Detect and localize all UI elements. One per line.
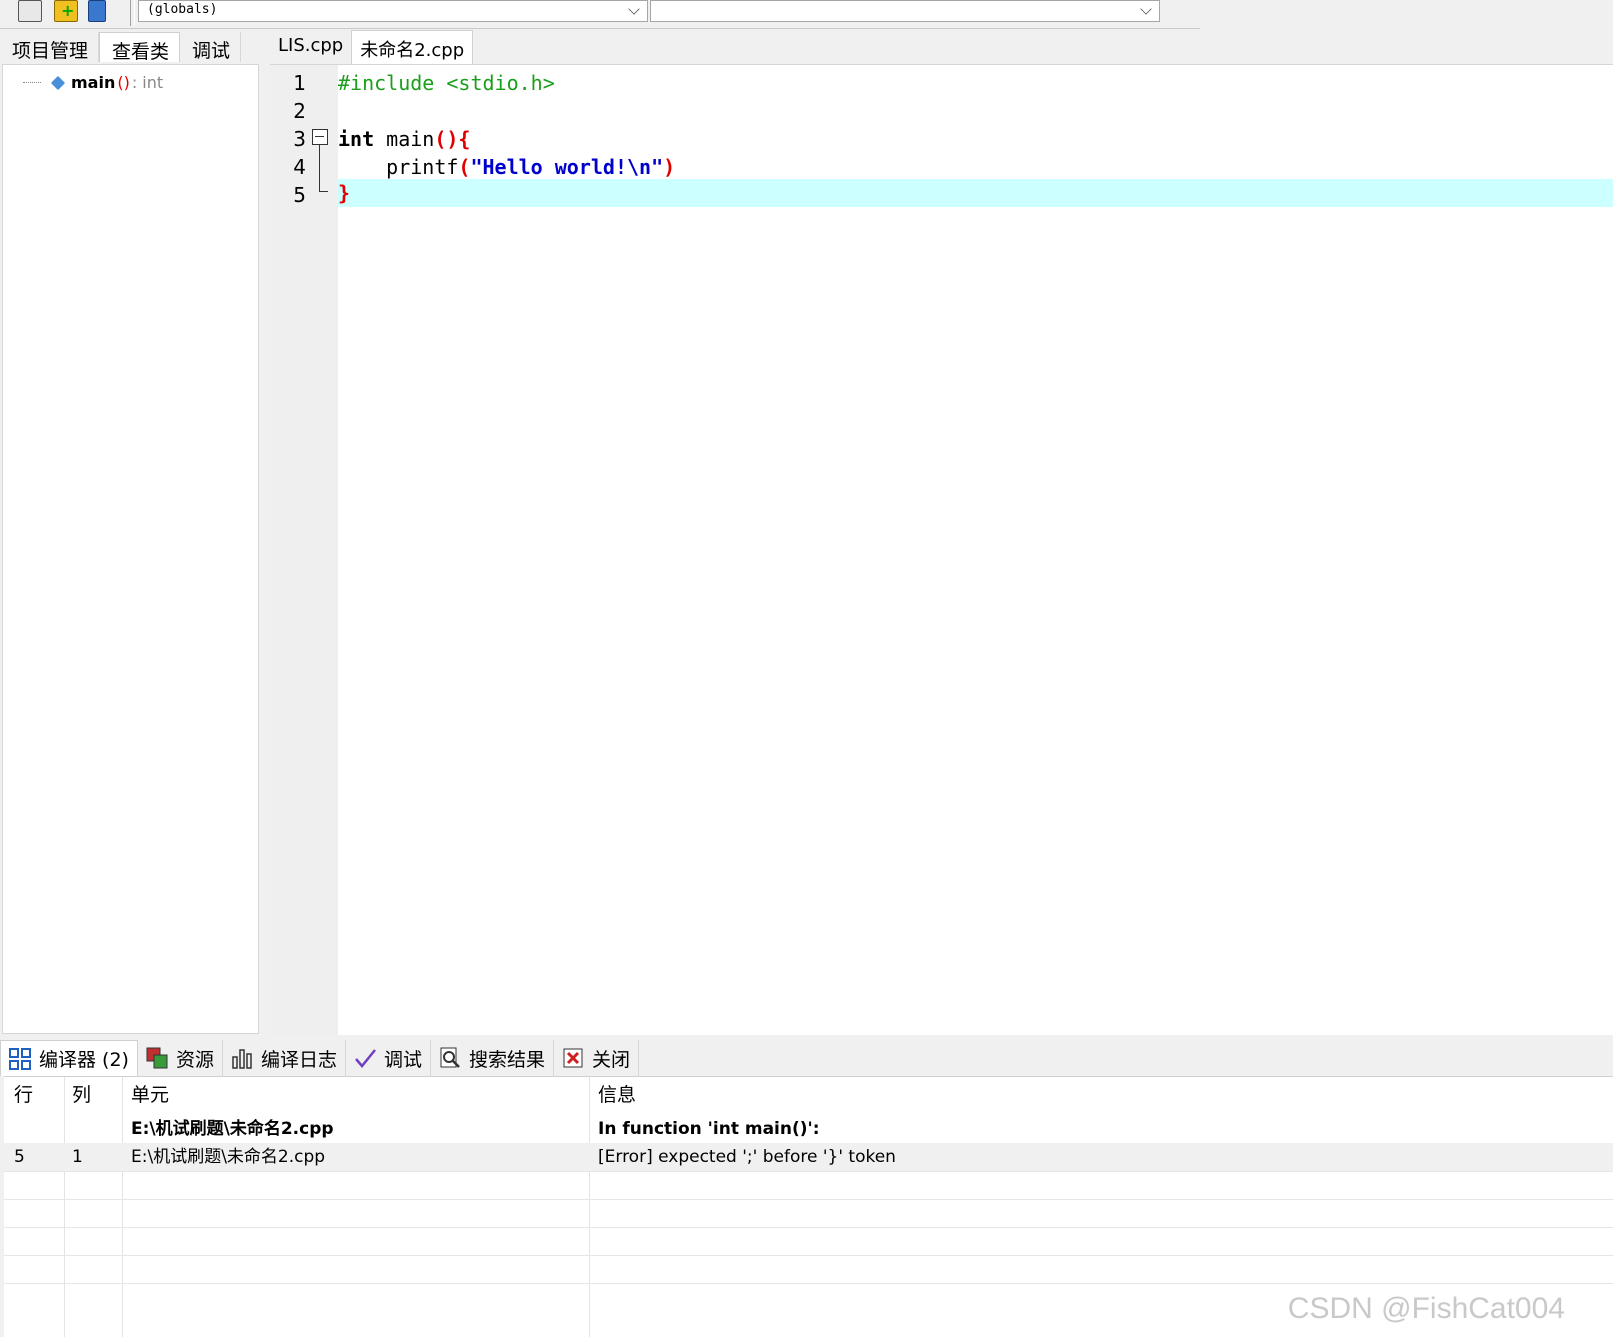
function-return-type: : int	[131, 73, 164, 92]
add-icon[interactable]: +	[54, 0, 78, 22]
header-line[interactable]: 行	[14, 1077, 33, 1113]
chart-icon	[231, 1047, 253, 1069]
line-number: 3	[293, 127, 306, 151]
code-line-current: }	[338, 179, 1613, 207]
tab-search-results[interactable]: 搜索结果	[431, 1040, 555, 1076]
cell-message: In function 'int main()':	[598, 1119, 820, 1139]
line-number: 2	[293, 99, 306, 123]
line-number: 1	[293, 71, 306, 95]
identifier-token: main	[374, 127, 435, 151]
string-literal: "Hello world!\n"	[470, 155, 664, 179]
header-unit[interactable]: 单元	[131, 1077, 169, 1113]
chevron-down-icon[interactable]	[628, 3, 640, 15]
watermark: CSDN @FishCat004	[1287, 1292, 1565, 1325]
tab-resources-label: 资源	[175, 1048, 214, 1071]
fold-toggle-icon[interactable]	[312, 129, 328, 145]
paren-token: )	[663, 155, 676, 179]
tab-search-results-label: 搜索结果	[469, 1048, 546, 1071]
tab-debug[interactable]: 调试	[180, 32, 242, 62]
toolbar-separator	[130, 0, 135, 26]
code-editor[interactable]: 1 2 3 4 5 #include <stdio.h> int main(){…	[270, 64, 1613, 1035]
function-name: main	[71, 73, 116, 92]
code-line: int main(){	[338, 125, 1613, 153]
tab-class-view[interactable]: 查看类	[99, 32, 181, 63]
tab-project-manager[interactable]: 项目管理	[0, 32, 100, 62]
cell-unit: E:\机试刷题\未命名2.cpp	[131, 1119, 334, 1139]
row-divider	[4, 1255, 1613, 1256]
brace-token: }	[338, 181, 351, 205]
tab-compile-log[interactable]: 编译日志	[223, 1040, 346, 1076]
tab-resources[interactable]: 资源	[138, 1040, 223, 1076]
check-icon	[354, 1047, 376, 1069]
tab-compiler-label: 编译器 (2)	[39, 1049, 129, 1071]
grid-icon	[9, 1047, 31, 1070]
code-area[interactable]: #include <stdio.h> int main(){ printf("H…	[338, 65, 1613, 1035]
search-icon	[439, 1047, 461, 1069]
tab-close[interactable]: 关闭	[554, 1040, 640, 1076]
copy-icon[interactable]	[18, 0, 42, 22]
class-browser: main () : int	[2, 64, 259, 1034]
tree-connector	[23, 82, 41, 83]
left-panel-tabs: 项目管理 查看类 调试	[0, 32, 265, 66]
tab-compiler[interactable]: 编译器 (2)	[0, 1040, 138, 1076]
tab-debug-output-label: 调试	[384, 1048, 423, 1071]
close-icon	[562, 1047, 584, 1069]
scope-combo-value: (globals)	[147, 2, 218, 17]
line-number: 5	[293, 183, 306, 207]
row-divider	[4, 1171, 1613, 1172]
header-column[interactable]: 列	[72, 1077, 91, 1113]
tab-compile-log-label: 编译日志	[260, 1048, 337, 1071]
row-divider	[4, 1227, 1613, 1228]
toolbar: + (globals)	[0, 0, 1200, 29]
tab-lis-cpp[interactable]: LIS.cpp	[270, 30, 351, 64]
tab-untitled2-cpp[interactable]: 未命名2.cpp	[351, 30, 474, 64]
scope-combo[interactable]: (globals)	[138, 0, 648, 22]
tab-close-label: 关闭	[592, 1048, 631, 1071]
cell-column: 1	[72, 1147, 83, 1167]
row-divider	[4, 1199, 1613, 1200]
bookmark-icon[interactable]	[88, 0, 106, 22]
cell-unit: E:\机试刷题\未命名2.cpp	[131, 1147, 326, 1167]
line-gutter: 1 2 3 4 5	[270, 65, 338, 1035]
row-divider	[4, 1283, 1613, 1284]
cell-message: [Error] expected ';' before '}' token	[598, 1147, 896, 1167]
table-header-row: 行 列 单元 信息	[4, 1077, 1613, 1113]
code-line: printf("Hello world!\n")	[338, 153, 1613, 181]
cell-line: 5	[14, 1147, 25, 1167]
member-combo[interactable]	[650, 0, 1160, 22]
keyword-token: int	[338, 127, 375, 151]
fold-line	[319, 145, 320, 191]
table-row[interactable]: E:\机试刷题\未命名2.cpp In function 'int main()…	[4, 1115, 1613, 1143]
header-message[interactable]: 信息	[598, 1077, 636, 1113]
function-parens: ()	[117, 73, 130, 92]
fold-end	[319, 191, 328, 192]
line-number: 4	[293, 155, 306, 179]
function-icon	[50, 75, 66, 90]
output-tabs: 编译器 (2) 资源 编译日志 调试 搜索结果 关闭	[0, 1040, 1613, 1076]
tab-debug-output[interactable]: 调试	[346, 1040, 432, 1076]
preprocessor-directive: #include <stdio.h>	[338, 71, 555, 95]
chevron-down-icon[interactable]	[1140, 3, 1152, 15]
code-line: #include <stdio.h>	[338, 69, 1613, 97]
tree-item-main[interactable]: main () : int	[23, 73, 163, 92]
editor-tabs: LIS.cpp 未命名2.cpp	[270, 30, 474, 64]
resources-icon	[146, 1047, 168, 1069]
paren-token: (){	[434, 127, 471, 151]
identifier-token: printf	[338, 155, 459, 179]
paren-token: (	[458, 155, 471, 179]
table-row[interactable]: 5 1 E:\机试刷题\未命名2.cpp [Error] expected ';…	[4, 1143, 1613, 1171]
